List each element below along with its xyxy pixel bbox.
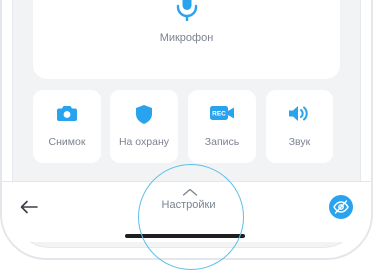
privacy-toggle-button[interactable] — [329, 195, 353, 219]
bottom-bar: Настройки — [2, 181, 371, 242]
microphone-label: Микрофон — [159, 32, 214, 44]
rec-badge: REC — [212, 111, 226, 118]
microphone-card[interactable]: Микрофон — [33, 0, 340, 79]
snapshot-button[interactable]: Снимок — [33, 90, 101, 163]
arm-label: На охрану — [118, 136, 170, 148]
record-button[interactable]: REC Запись — [188, 90, 256, 163]
actions-row: Снимок На охрану REC Запись Звук — [33, 90, 340, 163]
home-indicator — [124, 234, 245, 238]
record-icon: REC — [210, 106, 234, 120]
settings-label: Настройки — [161, 199, 216, 211]
speaker-icon — [288, 106, 308, 121]
sound-button[interactable]: Звук — [266, 90, 333, 163]
camera-icon — [57, 106, 77, 121]
sound-label: Звук — [288, 136, 311, 148]
settings-toggle[interactable]: Настройки — [132, 182, 245, 222]
eye-off-icon — [333, 200, 349, 214]
back-arrow-icon[interactable] — [20, 200, 38, 214]
shield-icon — [136, 105, 152, 124]
phone-frame: Микрофон Снимок На охрану REC Запись Зву… — [0, 0, 373, 260]
record-label: Запись — [204, 136, 240, 148]
snapshot-label: Снимок — [48, 136, 86, 148]
arm-button[interactable]: На охрану — [110, 90, 178, 163]
microphone-icon — [176, 0, 197, 21]
chevron-up-icon — [182, 188, 197, 196]
